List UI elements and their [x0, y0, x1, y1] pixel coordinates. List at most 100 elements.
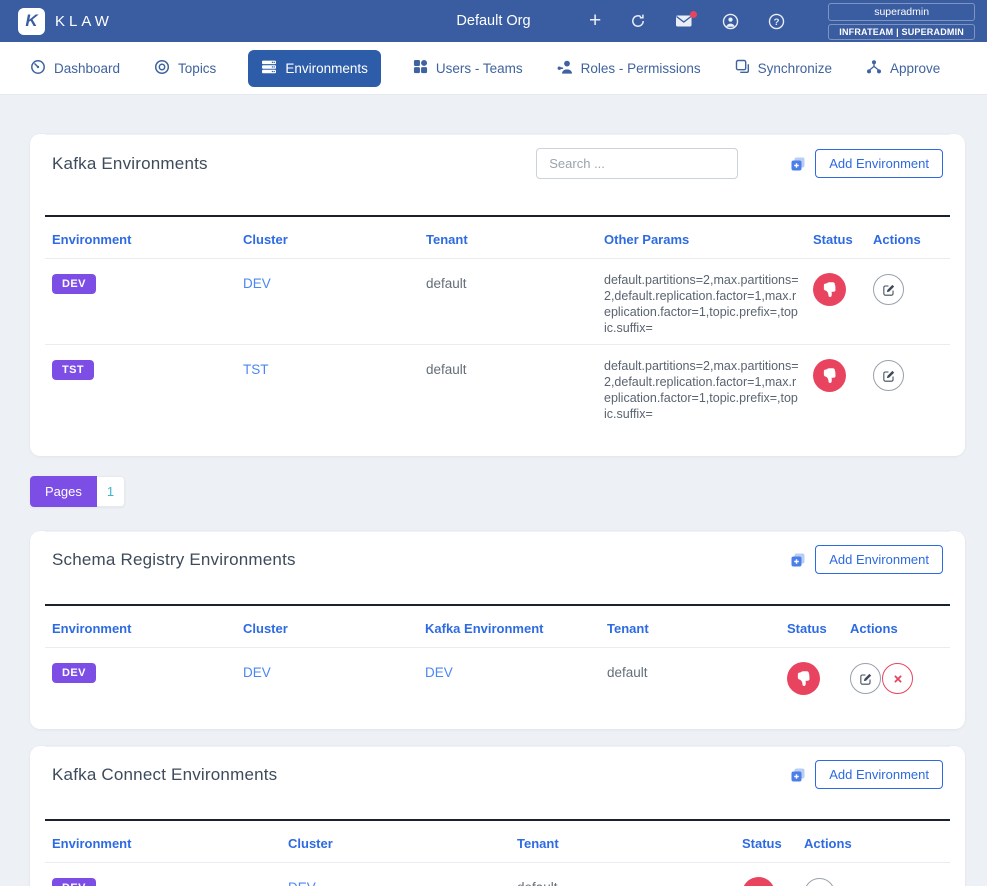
env-badge: DEV	[52, 274, 96, 294]
tab-synchronize[interactable]: Synchronize	[733, 50, 834, 86]
tab-topics[interactable]: Topics	[152, 50, 218, 87]
status-thumbs-down-button[interactable]	[813, 273, 846, 306]
edit-icon	[859, 672, 873, 686]
refresh-icon[interactable]	[630, 13, 646, 29]
env-badge: DEV	[52, 878, 96, 886]
col-actions: Actions	[797, 821, 950, 862]
kafka-environment-link[interactable]: DEV	[425, 665, 453, 680]
cluster-link[interactable]: DEV	[243, 276, 271, 291]
add-connect-environment-button[interactable]: Add Environment	[815, 760, 943, 789]
other-params-value: default.partitions=2,max.partitions=2,de…	[597, 345, 806, 430]
pagination: Pages 1	[30, 476, 125, 507]
tenant-value: default	[517, 880, 558, 886]
add-box-icon[interactable]	[790, 552, 806, 568]
plus-icon[interactable]: +	[589, 13, 601, 29]
kafka-table-header: Environment Cluster Tenant Other Params …	[45, 217, 950, 259]
cluster-link[interactable]: TST	[243, 362, 269, 377]
edit-icon	[882, 369, 896, 383]
main-nav-tabs: Dashboard Topics	[0, 42, 987, 95]
thumbs-down-icon	[796, 671, 811, 686]
schema-table-row: DEV DEV DEV default	[45, 648, 950, 729]
page-number-button[interactable]: 1	[97, 476, 125, 507]
edit-environment-button[interactable]	[804, 878, 835, 886]
grid-icon	[413, 59, 428, 77]
org-title: Default Org	[456, 13, 530, 29]
target-icon	[154, 59, 170, 78]
col-status: Status	[735, 821, 797, 862]
col-environment: Environment	[45, 217, 236, 258]
add-box-icon[interactable]	[790, 156, 806, 172]
user-key-icon	[557, 59, 573, 78]
team-role-chip: INFRATEAM | SUPERADMIN	[828, 24, 975, 40]
top-navbar: K KLAW Default Org +	[0, 0, 987, 42]
tab-dashboard[interactable]: Dashboard	[28, 50, 122, 87]
env-badge: TST	[52, 360, 94, 380]
notification-dot	[690, 11, 697, 18]
thumbs-down-icon	[822, 282, 837, 297]
tab-approve[interactable]: Approve	[864, 50, 942, 87]
col-cluster: Cluster	[281, 821, 510, 862]
pages-button[interactable]: Pages	[30, 476, 97, 507]
col-tenant: Tenant	[600, 606, 780, 647]
help-icon[interactable]: ?	[768, 13, 785, 30]
col-cluster: Cluster	[236, 217, 419, 258]
col-environment: Environment	[45, 821, 281, 862]
mail-icon[interactable]	[675, 14, 693, 28]
status-thumbs-down-button[interactable]	[787, 662, 820, 695]
col-actions: Actions	[866, 217, 950, 258]
kafka-environments-card: Kafka Environments Add Environment Envir…	[30, 134, 965, 456]
schema-registry-title: Schema Registry Environments	[52, 550, 296, 570]
delete-environment-button[interactable]	[882, 663, 913, 694]
col-actions: Actions	[843, 606, 950, 647]
kafka-table-row: DEV DEV default default.partitions=2,max…	[45, 259, 950, 345]
edit-environment-button[interactable]	[873, 274, 904, 305]
thumbs-down-icon	[822, 368, 837, 383]
add-schema-environment-button[interactable]: Add Environment	[815, 545, 943, 574]
main-content: Kafka Environments Add Environment Envir…	[0, 95, 987, 886]
add-box-icon[interactable]	[790, 767, 806, 783]
col-tenant: Tenant	[419, 217, 597, 258]
server-stack-icon	[261, 59, 277, 78]
col-kafka-environment: Kafka Environment	[418, 606, 600, 647]
env-badge: DEV	[52, 663, 96, 683]
edit-environment-button[interactable]	[873, 360, 904, 391]
connect-table-header: Environment Cluster Tenant Status Action…	[45, 821, 950, 863]
card-divider	[45, 531, 950, 532]
status-thumbs-down-button[interactable]	[742, 877, 775, 886]
col-environment: Environment	[45, 606, 236, 647]
col-status: Status	[806, 217, 866, 258]
search-input[interactable]	[536, 148, 738, 179]
card-divider	[45, 134, 950, 135]
card-divider	[45, 746, 950, 747]
status-thumbs-down-button[interactable]	[813, 359, 846, 392]
kafka-environments-title: Kafka Environments	[52, 154, 208, 174]
edit-icon	[882, 283, 896, 297]
navbar-actions: +	[589, 3, 975, 40]
brand-name: KLAW	[55, 13, 113, 30]
add-kafka-environment-button[interactable]: Add Environment	[815, 149, 943, 178]
share-nodes-icon	[866, 59, 882, 78]
username-chip[interactable]: superadmin	[828, 3, 975, 21]
other-params-value: default.partitions=2,max.partitions=2,de…	[597, 259, 806, 344]
app-window: K KLAW Default Org +	[0, 0, 987, 886]
tab-roles-permissions[interactable]: Roles - Permissions	[555, 50, 703, 87]
col-tenant: Tenant	[510, 821, 735, 862]
cluster-link[interactable]: DEV	[288, 880, 316, 886]
klaw-logo-icon: K	[18, 8, 45, 35]
cluster-link[interactable]: DEV	[243, 665, 271, 680]
brand-home-link[interactable]: K KLAW	[18, 8, 113, 35]
user-info: superadmin INFRATEAM | SUPERADMIN	[828, 3, 975, 40]
tab-environments[interactable]: Environments	[248, 50, 381, 87]
delete-x-icon	[892, 673, 904, 685]
edit-environment-button[interactable]	[850, 663, 881, 694]
tenant-value: default	[607, 665, 648, 680]
schema-registry-environments-card: Schema Registry Environments Add Environ…	[30, 531, 965, 729]
user-icon[interactable]	[722, 13, 739, 30]
kafka-connect-environments-card: Kafka Connect Environments Add Environme…	[30, 746, 965, 886]
schema-table-header: Environment Cluster Kafka Environment Te…	[45, 606, 950, 648]
kafka-connect-title: Kafka Connect Environments	[52, 765, 277, 785]
tenant-value: default	[426, 362, 467, 377]
tenant-value: default	[426, 276, 467, 291]
speedometer-icon	[30, 59, 46, 78]
tab-users-teams[interactable]: Users - Teams	[411, 50, 525, 86]
